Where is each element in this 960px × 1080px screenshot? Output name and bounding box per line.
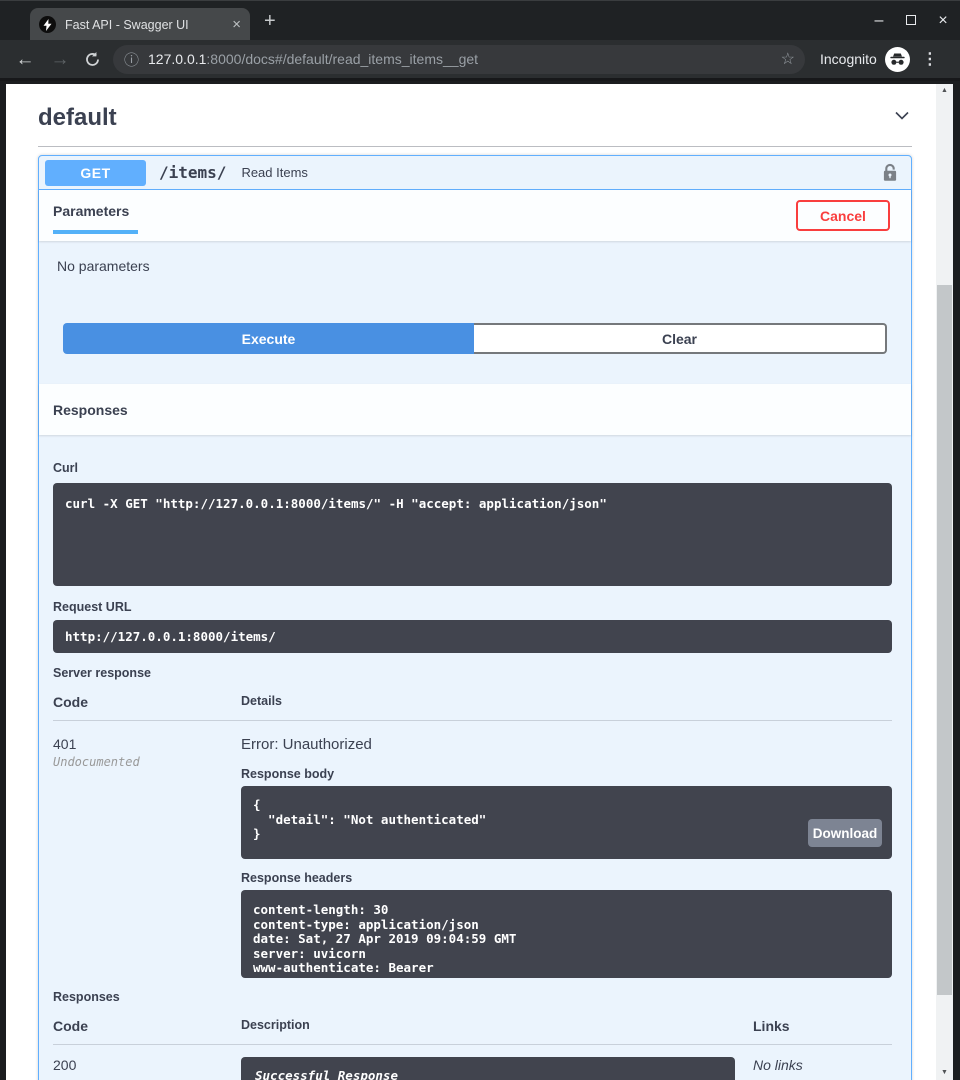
page-scrollbar[interactable]: ▲ ▼ bbox=[936, 84, 953, 1080]
api-section-title: default bbox=[38, 104, 117, 132]
response-body-json: { "detail": "Not authenticated" } bbox=[253, 797, 486, 841]
responses-section-header: Responses bbox=[39, 384, 911, 435]
column-header-code: Code bbox=[53, 694, 241, 710]
response-body-block: { "detail": "Not authenticated" } Downloa… bbox=[241, 786, 892, 859]
table-row: 200 Successful Response No links bbox=[53, 1045, 892, 1080]
section-divider bbox=[38, 146, 912, 147]
execute-wrapper: Execute Clear bbox=[39, 323, 911, 354]
server-response-label: Server response bbox=[53, 666, 892, 680]
column-header-links: Links bbox=[753, 1018, 892, 1034]
http-method-badge: GET bbox=[45, 160, 146, 186]
column-header-details: Details bbox=[241, 694, 892, 710]
scroll-up-icon[interactable]: ▲ bbox=[936, 84, 953, 98]
authorize-lock-icon[interactable] bbox=[883, 163, 897, 182]
parameters-tab-label: Parameters bbox=[53, 203, 129, 219]
response-error-title: Error: Unauthorized bbox=[241, 736, 892, 753]
browser-titlebar: Fast API - Swagger UI × + – × bbox=[0, 0, 960, 40]
response-headers-label: Response headers bbox=[241, 871, 892, 885]
fastapi-favicon-icon bbox=[39, 16, 56, 33]
new-tab-icon[interactable]: + bbox=[264, 10, 276, 32]
browser-toolbar: ← → ⓘ 127.0.0.1:8000/docs#/default/read_… bbox=[0, 40, 960, 81]
window-minimize-icon[interactable]: – bbox=[870, 12, 888, 30]
response-headers-block: content-length: 30 content-type: applica… bbox=[241, 890, 892, 978]
no-parameters-text: No parameters bbox=[57, 258, 911, 274]
incognito-icon bbox=[885, 47, 910, 72]
scrollbar-thumb[interactable] bbox=[937, 285, 952, 995]
tab-title: Fast API - Swagger UI bbox=[65, 18, 226, 32]
responses-body: Curl curl -X GET "http://127.0.0.1:8000/… bbox=[39, 435, 911, 1080]
request-url-value: http://127.0.0.1:8000/items/ bbox=[53, 620, 892, 653]
documented-responses-label: Responses bbox=[53, 990, 892, 1004]
operation-summary-text: Read Items bbox=[241, 165, 307, 180]
request-url-label: Request URL bbox=[53, 600, 892, 614]
clear-button[interactable]: Clear bbox=[474, 323, 887, 354]
parameters-section-header: Parameters Cancel bbox=[39, 190, 911, 241]
server-response-row: 401 Undocumented Error: Unauthorized Res… bbox=[53, 721, 892, 978]
scroll-down-icon[interactable]: ▼ bbox=[936, 1066, 953, 1080]
execute-button[interactable]: Execute bbox=[63, 323, 474, 354]
active-tab-underline bbox=[53, 230, 138, 234]
documented-responses-table: Code Description Links 200 Successful Re… bbox=[53, 1018, 892, 1080]
response-status-code: 401 bbox=[53, 736, 241, 752]
cancel-button[interactable]: Cancel bbox=[796, 200, 890, 231]
column-header-code: Code bbox=[53, 1018, 241, 1034]
page-info-icon[interactable]: ⓘ bbox=[124, 49, 139, 70]
download-button[interactable]: Download bbox=[808, 819, 882, 847]
window-maximize-icon[interactable] bbox=[902, 12, 920, 30]
operation-path: /items/ bbox=[159, 163, 226, 182]
url-text[interactable]: 127.0.0.1:8000/docs#/default/read_items_… bbox=[148, 51, 773, 67]
server-response-table: Code Details 401 Undocumented Error: Una… bbox=[53, 694, 892, 978]
responses-header-label: Responses bbox=[53, 402, 128, 418]
curl-label: Curl bbox=[53, 461, 78, 475]
operation-summary[interactable]: GET /items/ Read Items bbox=[39, 156, 911, 190]
address-bar[interactable]: ⓘ 127.0.0.1:8000/docs#/default/read_item… bbox=[113, 45, 805, 74]
window-close-icon[interactable]: × bbox=[934, 12, 952, 30]
bookmark-star-icon[interactable]: ☆ bbox=[781, 49, 795, 69]
reload-icon[interactable] bbox=[84, 51, 101, 68]
section-collapse-chevron-icon[interactable] bbox=[892, 107, 912, 130]
url-host: 127.0.0.1 bbox=[148, 51, 206, 67]
parameters-body: No parameters Execute Clear bbox=[39, 258, 911, 354]
url-path: :8000/docs#/default/read_items_items__ge… bbox=[206, 51, 478, 67]
tab-parameters[interactable]: Parameters bbox=[53, 203, 138, 234]
documented-status-code: 200 bbox=[53, 1057, 241, 1080]
tab-close-icon[interactable]: × bbox=[232, 17, 241, 32]
incognito-label: Incognito bbox=[820, 51, 877, 67]
back-icon[interactable]: ← bbox=[15, 50, 35, 69]
forward-icon[interactable]: → bbox=[50, 50, 70, 69]
opblock-get-items: GET /items/ Read Items Parameters bbox=[38, 155, 912, 1080]
undocumented-note: Undocumented bbox=[53, 755, 241, 769]
response-body-label: Response body bbox=[241, 767, 892, 781]
curl-command-block[interactable]: curl -X GET "http://127.0.0.1:8000/items… bbox=[53, 483, 892, 586]
documented-description-block: Successful Response bbox=[241, 1057, 735, 1080]
swagger-page: default GET /items/ Read Items bbox=[6, 84, 936, 1080]
column-header-description: Description bbox=[241, 1018, 753, 1034]
browser-menu-icon[interactable]: ⋮ bbox=[922, 49, 938, 69]
browser-tab[interactable]: Fast API - Swagger UI × bbox=[30, 8, 250, 41]
links-cell: No links bbox=[753, 1057, 892, 1080]
